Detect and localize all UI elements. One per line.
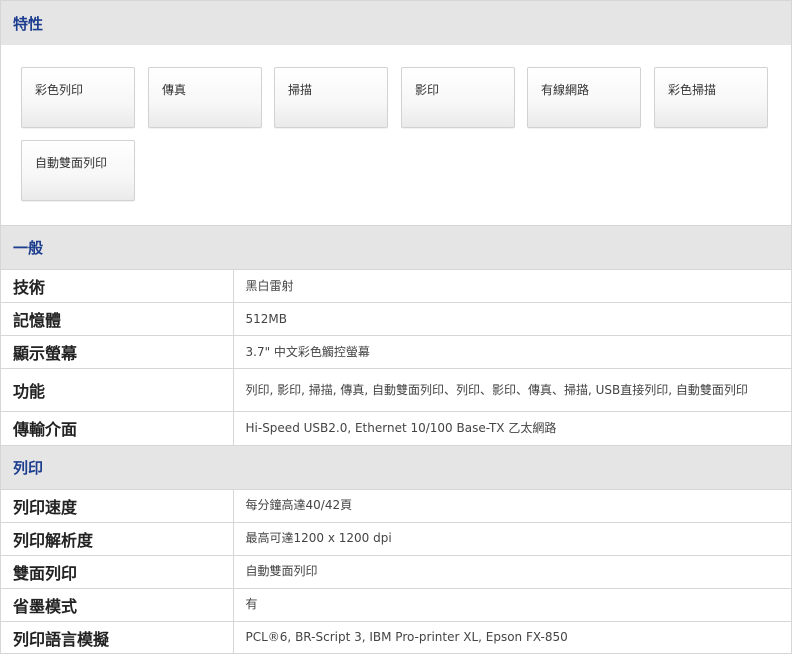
spec-label: 省墨模式 (1, 587, 234, 621)
spec-page: 特性 彩色列印 傳真 掃描 影印 有線網路 彩色掃描 自動雙面列印 一般 技術 … (0, 0, 792, 654)
feature-card-fax: 傳真 (148, 67, 262, 128)
spec-value: 512MB (233, 302, 791, 336)
feature-label: 掃描 (288, 83, 313, 97)
feature-label: 自動雙面列印 (35, 156, 108, 170)
spec-value: 最高可達1200 x 1200 dpi (233, 521, 791, 555)
spec-value: 有 (233, 587, 791, 621)
table-row: 記憶體 512MB (1, 302, 791, 336)
feature-label: 彩色列印 (35, 83, 84, 97)
spec-label: 記憶體 (1, 302, 234, 336)
table-row: 功能 列印, 影印, 掃描, 傳真, 自動雙面列印、列印、影印、傳真、掃描, U… (1, 368, 791, 412)
spec-value: 自動雙面列印 (233, 554, 791, 588)
general-spec-table: 技術 黑白雷射 記憶體 512MB 顯示螢幕 3.7" 中文彩色觸控螢幕 功能 … (1, 269, 791, 445)
feature-label: 有線網路 (541, 83, 590, 97)
spec-value: 黑白雷射 (233, 269, 791, 303)
table-row: 技術 黑白雷射 (1, 269, 791, 303)
feature-card-auto-duplex: 自動雙面列印 (21, 140, 135, 201)
table-row: 雙面列印 自動雙面列印 (1, 554, 791, 588)
feature-card-color-scan: 彩色掃描 (654, 67, 768, 128)
spec-label: 傳輸介面 (1, 411, 234, 445)
feature-card-scan: 掃描 (274, 67, 388, 128)
feature-card-wired-network: 有線網路 (527, 67, 641, 128)
table-row: 顯示螢幕 3.7" 中文彩色觸控螢幕 (1, 335, 791, 369)
spec-value: Hi-Speed USB2.0, Ethernet 10/100 Base-TX… (233, 411, 791, 445)
section-title-features: 特性 (13, 14, 44, 33)
spec-label: 列印速度 (1, 488, 234, 522)
spec-value: 每分鐘高達40/42頁 (233, 488, 791, 522)
feature-label: 影印 (415, 83, 440, 97)
spec-label: 技術 (1, 269, 234, 303)
section-title-general: 一般 (13, 239, 44, 257)
section-header-features: 特性 (1, 1, 791, 45)
section-header-print: 列印 (1, 444, 791, 489)
spec-value: 列印, 影印, 掃描, 傳真, 自動雙面列印、列印、影印、傳真、掃描, USB直… (233, 368, 791, 412)
table-row: 列印解析度 最高可達1200 x 1200 dpi (1, 521, 791, 555)
table-row: 傳輸介面 Hi-Speed USB2.0, Ethernet 10/100 Ba… (1, 411, 791, 445)
section-title-print: 列印 (13, 458, 44, 477)
spec-value: 3.7" 中文彩色觸控螢幕 (233, 335, 791, 369)
table-row: 列印語言模擬 PCL®6, BR-Script 3, IBM Pro-print… (1, 620, 791, 654)
features-grid: 彩色列印 傳真 掃描 影印 有線網路 彩色掃描 自動雙面列印 (1, 45, 791, 225)
spec-label: 列印解析度 (1, 521, 234, 555)
spec-label: 顯示螢幕 (1, 335, 234, 369)
spec-label: 功能 (1, 368, 234, 412)
print-spec-table: 列印速度 每分鐘高達40/42頁 列印解析度 最高可達1200 x 1200 d… (1, 488, 791, 654)
table-row: 省墨模式 有 (1, 587, 791, 621)
feature-label: 彩色掃描 (668, 83, 717, 97)
feature-label: 傳真 (162, 83, 187, 97)
spec-label: 雙面列印 (1, 554, 234, 588)
section-header-general: 一般 (1, 225, 791, 269)
feature-card-copy: 影印 (401, 67, 515, 128)
table-row: 列印速度 每分鐘高達40/42頁 (1, 488, 791, 522)
spec-label: 列印語言模擬 (1, 620, 234, 654)
feature-card-color-print: 彩色列印 (21, 67, 135, 128)
spec-value: PCL®6, BR-Script 3, IBM Pro-printer XL, … (233, 620, 791, 654)
